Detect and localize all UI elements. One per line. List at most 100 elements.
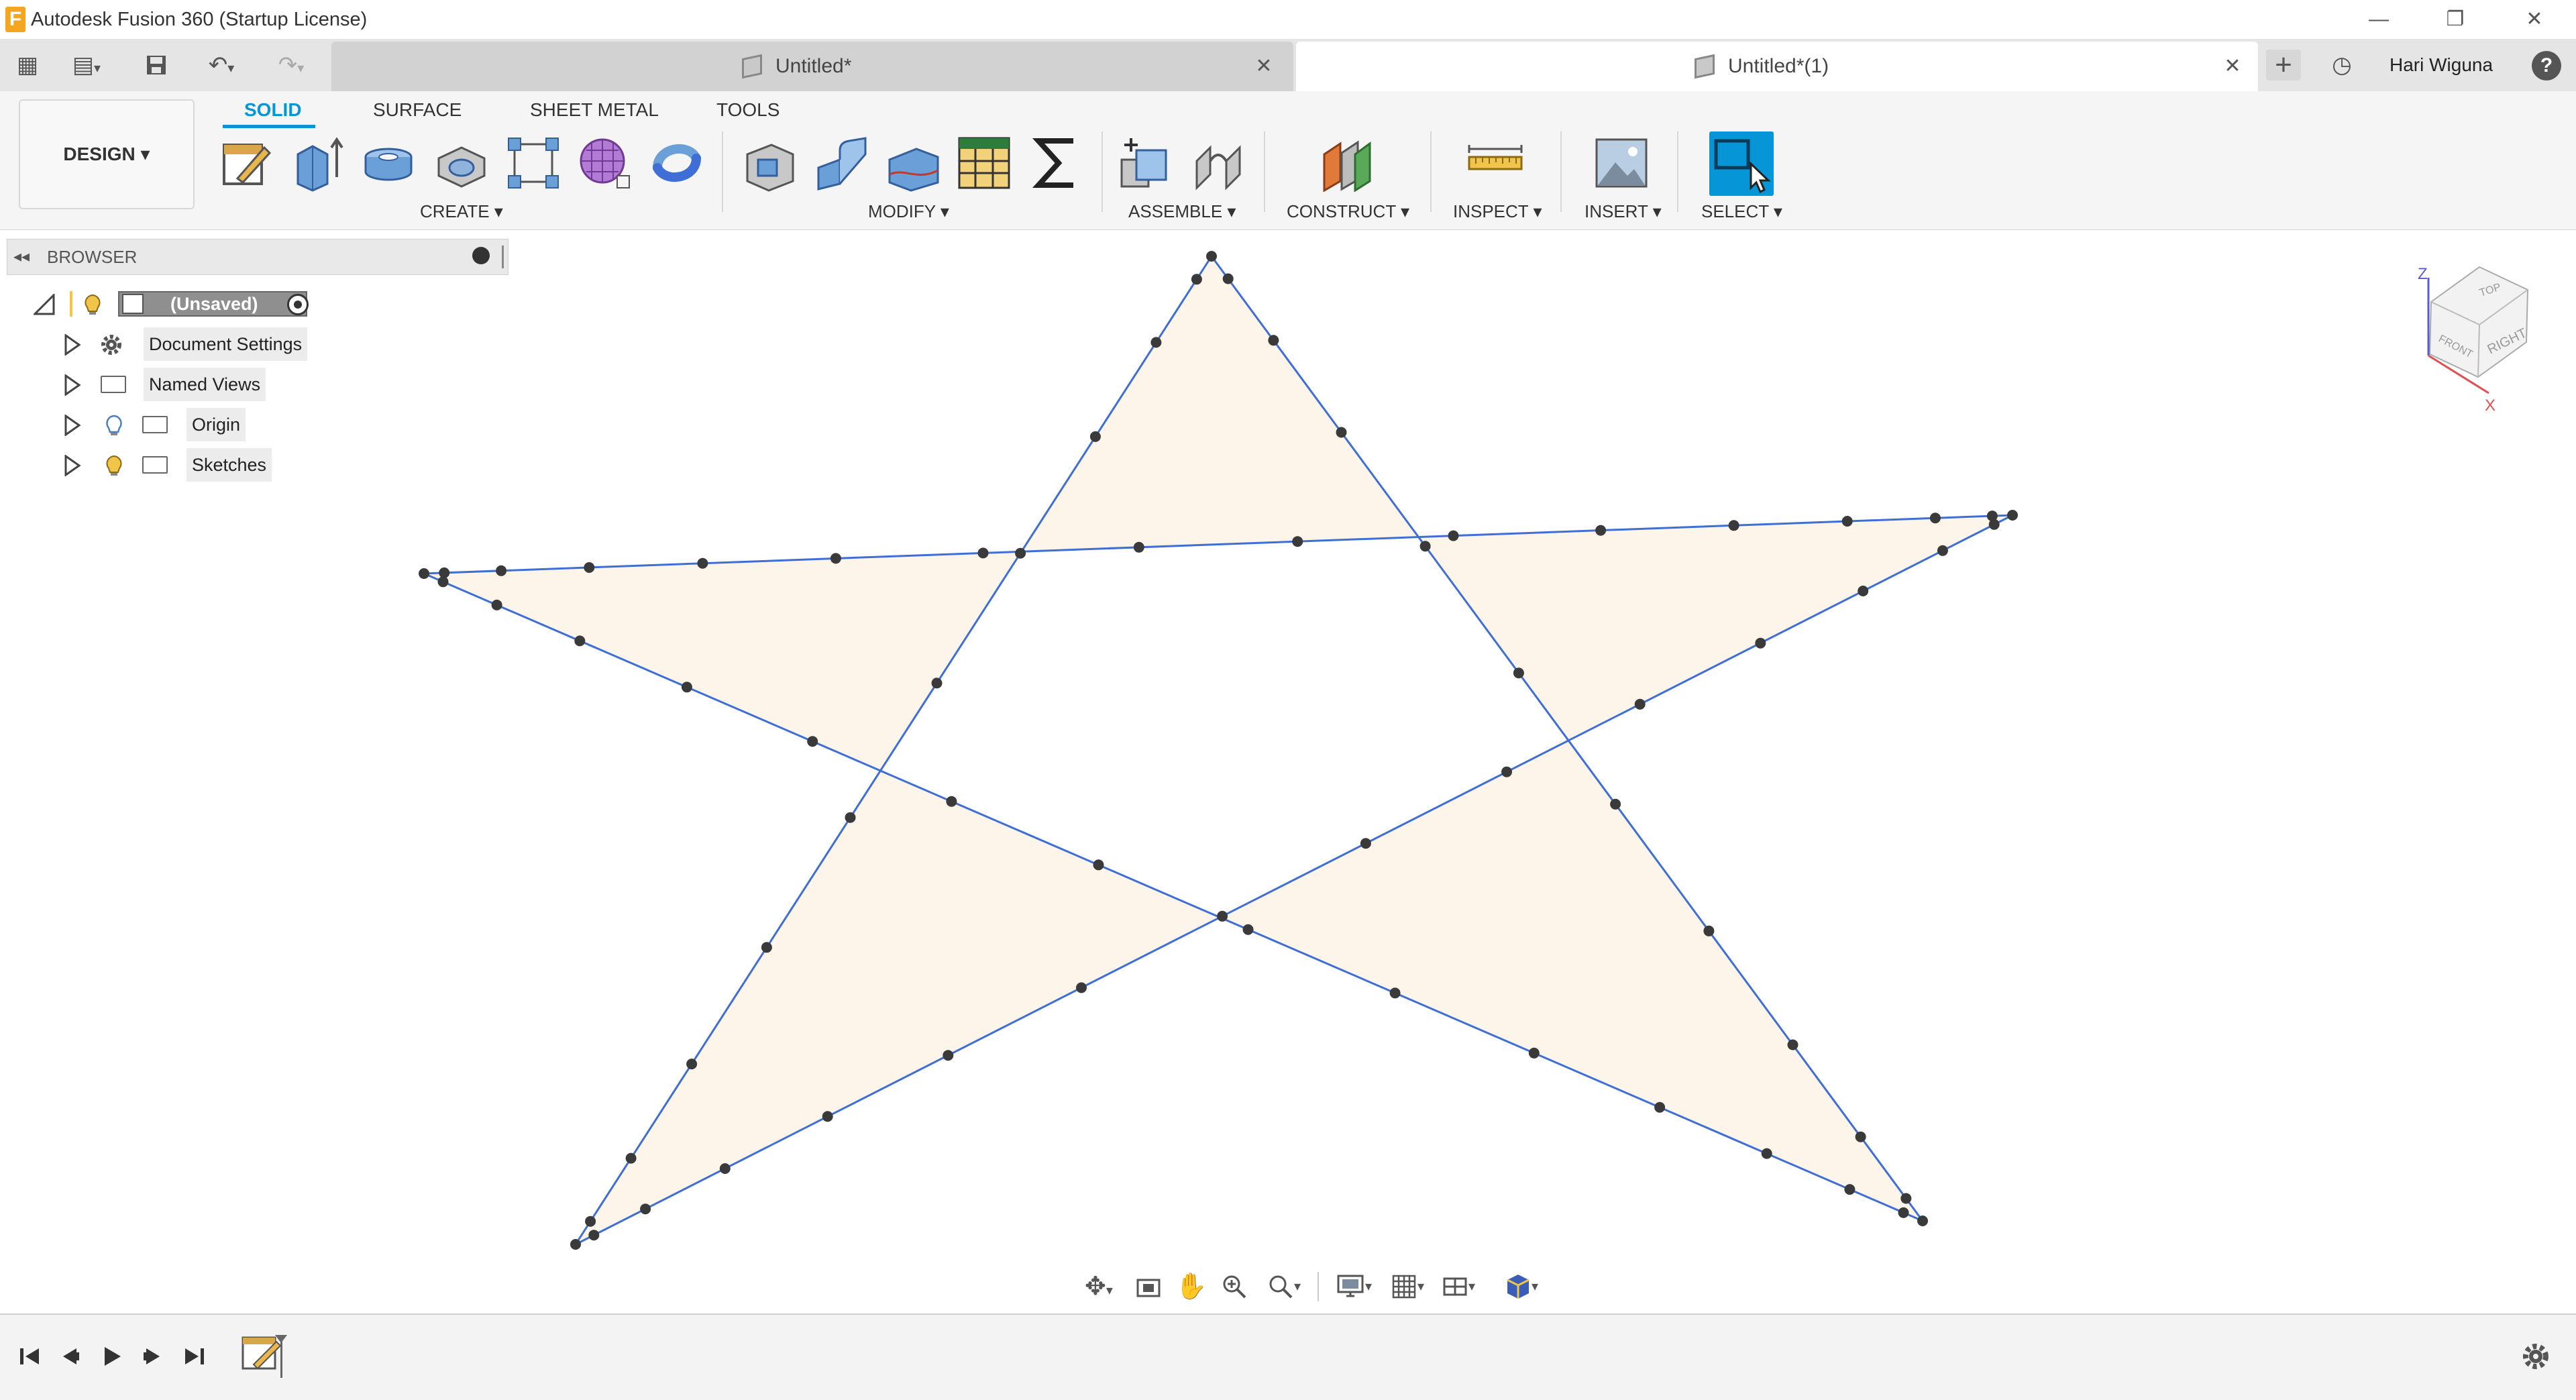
spline-fit-point[interactable] — [439, 567, 450, 578]
spline-fit-point[interactable] — [1787, 1039, 1799, 1051]
spline-fit-point[interactable] — [2007, 510, 2018, 521]
spline-fit-point[interactable] — [1242, 924, 1254, 935]
spline-fit-point[interactable] — [1988, 519, 2000, 530]
spline-fit-point[interactable] — [1898, 1207, 1909, 1218]
inspect-menu[interactable]: INSPECT ▾ — [1453, 201, 1542, 222]
zoom-window-icon[interactable]: ▾ — [1260, 1268, 1308, 1305]
fillet-icon[interactable] — [813, 134, 871, 192]
spline-fit-point[interactable] — [1268, 335, 1279, 346]
spline-fit-point[interactable] — [1336, 427, 1347, 438]
tab-sheet-metal[interactable]: SHEET METAL — [530, 97, 659, 123]
spline-fit-point[interactable] — [625, 1152, 637, 1164]
spline-fit-point[interactable] — [807, 736, 818, 747]
spline-fit-point[interactable] — [1093, 859, 1104, 871]
grid-settings-icon[interactable]: ▾ — [1383, 1268, 1432, 1305]
modify-menu[interactable]: MODIFY ▾ — [868, 201, 949, 222]
timeline-settings-gear-icon[interactable] — [2520, 1340, 2557, 1378]
spline-fit-point[interactable] — [574, 635, 586, 647]
timeline-sketch-feature[interactable] — [240, 1332, 288, 1378]
pan-icon[interactable]: ✋ — [1175, 1268, 1208, 1305]
step-forward-icon[interactable] — [134, 1338, 172, 1375]
spline-fit-point[interactable] — [822, 1111, 833, 1122]
spline-fit-point[interactable] — [491, 599, 502, 610]
tab-tools[interactable]: TOOLS — [716, 97, 780, 123]
derive-icon[interactable] — [648, 134, 706, 192]
look-at-icon[interactable] — [1132, 1268, 1165, 1305]
spline-fit-point[interactable] — [1501, 766, 1512, 777]
spline-fit-point[interactable] — [686, 1059, 698, 1070]
spline-fit-point[interactable] — [943, 1050, 954, 1061]
spline-fit-point[interactable] — [946, 796, 957, 807]
spline-fit-point[interactable] — [1389, 987, 1401, 999]
spline-fit-point[interactable] — [1206, 251, 1217, 262]
spline-fit-point[interactable] — [1292, 536, 1303, 547]
spline-fit-point[interactable] — [1917, 1216, 1928, 1226]
measure-icon[interactable] — [1466, 134, 1524, 192]
file-menu-icon[interactable]: ▤▾ — [63, 50, 110, 80]
joint-icon[interactable] — [1190, 134, 1248, 192]
spline-fit-point[interactable] — [931, 678, 943, 689]
minimize-button[interactable]: — — [2352, 3, 2406, 36]
star-sketch-profile[interactable] — [419, 251, 2018, 1250]
go-to-end-icon[interactable] — [176, 1338, 213, 1375]
spline-fit-point[interactable] — [1419, 541, 1431, 552]
spline-fit-point[interactable] — [1900, 1193, 1912, 1204]
insert-image-icon[interactable] — [1593, 134, 1650, 192]
spline-fit-point[interactable] — [1217, 910, 1228, 922]
environment-icon[interactable]: ▾ — [1497, 1268, 1546, 1305]
spline-fit-point[interactable] — [1703, 925, 1715, 936]
new-tab-button[interactable]: + — [2266, 50, 2301, 80]
go-to-start-icon[interactable] — [11, 1338, 48, 1375]
extrude-icon[interactable] — [288, 134, 346, 192]
shell-icon[interactable] — [884, 134, 942, 192]
tab-solid[interactable]: SOLID — [244, 97, 302, 123]
construct-menu[interactable]: CONSTRUCT ▾ — [1287, 201, 1409, 222]
data-panel-grid-icon[interactable]: ▦ — [12, 50, 43, 80]
document-tab-untitled-1[interactable]: Untitled*(1) ✕ — [1296, 42, 2258, 91]
change-parameters-icon[interactable] — [955, 134, 1013, 192]
spline-fit-point[interactable] — [1841, 516, 1853, 527]
compute-all-icon[interactable] — [1029, 134, 1087, 192]
spline-fit-point[interactable] — [1761, 1148, 1772, 1159]
viewports-icon[interactable]: ▾ — [1434, 1268, 1483, 1305]
spline-fit-point[interactable] — [1222, 273, 1234, 284]
spline-fit-point[interactable] — [1528, 1047, 1540, 1059]
spline-fit-point[interactable] — [1855, 1131, 1866, 1142]
spline-fit-point[interactable] — [419, 568, 429, 579]
spline-fit-point[interactable] — [1937, 545, 1948, 556]
spline-fit-point[interactable] — [585, 1216, 596, 1227]
spline-fit-point[interactable] — [1015, 547, 1026, 559]
spline-fit-point[interactable] — [719, 1163, 731, 1174]
spline-fit-point[interactable] — [1595, 525, 1607, 536]
document-tab-untitled[interactable]: Untitled* ✕ — [331, 42, 1293, 91]
spline-fit-point[interactable] — [640, 1203, 651, 1215]
save-icon[interactable] — [141, 50, 172, 80]
user-account-button[interactable]: Hari Wiguna — [2390, 50, 2493, 80]
job-status-icon[interactable]: ◷ — [2326, 50, 2357, 80]
spline-fit-point[interactable] — [1133, 541, 1144, 553]
workspace-switcher-button[interactable]: DESIGN ▾ — [19, 99, 195, 209]
new-component-icon[interactable] — [1116, 134, 1174, 192]
spline-fit-point[interactable] — [697, 557, 708, 569]
create-form-icon[interactable] — [576, 134, 633, 192]
create-menu[interactable]: CREATE ▾ — [420, 201, 503, 222]
close-tab-icon[interactable]: ✕ — [2219, 42, 2246, 91]
tab-surface[interactable]: SURFACE — [373, 97, 462, 123]
orbit-icon[interactable]: ✥▾ — [1075, 1268, 1123, 1305]
restore-button[interactable]: ❐ — [2428, 3, 2482, 36]
viewcube[interactable]: TOP FRONT RIGHT Z X — [2408, 262, 2542, 423]
spline-fit-point[interactable] — [977, 547, 989, 559]
spline-fit-point[interactable] — [1150, 337, 1162, 348]
spline-fit-point[interactable] — [681, 682, 692, 693]
press-pull-icon[interactable] — [741, 134, 798, 192]
step-back-icon[interactable] — [51, 1338, 89, 1375]
spline-fit-point[interactable] — [761, 942, 772, 953]
zoom-icon[interactable] — [1218, 1268, 1250, 1305]
spline-fit-point[interactable] — [1634, 698, 1646, 710]
spline-fit-point[interactable] — [1076, 982, 1087, 993]
spline-fit-point[interactable] — [1089, 431, 1101, 442]
spline-fit-point[interactable] — [1448, 530, 1459, 541]
spline-fit-point[interactable] — [1755, 637, 1766, 649]
select-menu[interactable]: SELECT ▾ — [1701, 201, 1782, 222]
redo-icon[interactable]: ↷▾ — [264, 50, 318, 80]
